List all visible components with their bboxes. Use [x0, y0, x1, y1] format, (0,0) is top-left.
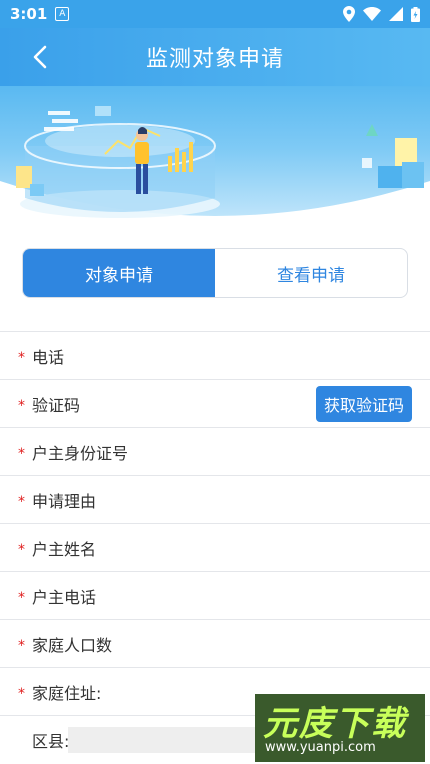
a-badge-icon: A	[55, 7, 70, 21]
required-mark: *	[18, 397, 25, 414]
required-mark: *	[18, 685, 25, 702]
county-label: 区县:	[32, 731, 70, 751]
family-size-label: 家庭人口数	[32, 635, 113, 655]
householder-phone-field[interactable]: * 户主电话	[0, 571, 430, 619]
required-mark: *	[18, 493, 25, 510]
reason-field[interactable]: * 申请理由	[0, 475, 430, 523]
verification-code-label: 验证码	[32, 395, 81, 415]
required-mark: *	[18, 589, 25, 606]
status-icons	[343, 6, 420, 22]
county-select[interactable]	[68, 727, 258, 753]
back-arrow-icon[interactable]	[28, 42, 52, 72]
get-code-button[interactable]: 获取验证码	[315, 386, 412, 422]
signal-icon	[389, 7, 403, 21]
watermark-logo-text: 元庋下载	[263, 704, 407, 744]
app-header: 监测对象申请	[0, 28, 430, 86]
banner-graphic	[0, 106, 430, 226]
page-title: 监测对象申请	[145, 47, 284, 72]
location-icon	[343, 6, 355, 22]
required-mark: *	[18, 541, 25, 558]
id-number-label: 户主身份证号	[32, 443, 129, 463]
tab-view-applications[interactable]: 查看申请	[215, 249, 407, 297]
status-time: 3:01	[10, 5, 48, 23]
householder-phone-label: 户主电话	[32, 587, 97, 607]
site-watermark: 元庋下载 www.yuanpi.com	[255, 694, 425, 762]
family-size-field[interactable]: * 家庭人口数	[0, 619, 430, 667]
status-bar: 3:01 A	[0, 0, 430, 28]
wifi-icon	[363, 7, 381, 21]
householder-name-label: 户主姓名	[32, 539, 97, 559]
phone-label: 电话	[32, 347, 65, 367]
home-address-label: 家庭住址:	[32, 683, 102, 703]
segment-tabs: 对象申请 查看申请	[22, 248, 408, 298]
tab-object-apply[interactable]: 对象申请	[23, 249, 215, 297]
reason-label: 申请理由	[32, 491, 97, 511]
householder-name-field[interactable]: * 户主姓名	[0, 523, 430, 571]
required-mark: *	[18, 637, 25, 654]
watermark-url: www.yuanpi.com	[265, 740, 376, 755]
id-number-field[interactable]: * 户主身份证号	[0, 427, 430, 475]
required-mark: *	[18, 445, 25, 462]
required-mark: *	[18, 349, 25, 366]
verification-code-field[interactable]: * 验证码 获取验证码	[0, 379, 430, 427]
battery-icon	[411, 6, 420, 22]
phone-field[interactable]: * 电话	[0, 331, 430, 379]
banner-illustration	[0, 86, 430, 226]
